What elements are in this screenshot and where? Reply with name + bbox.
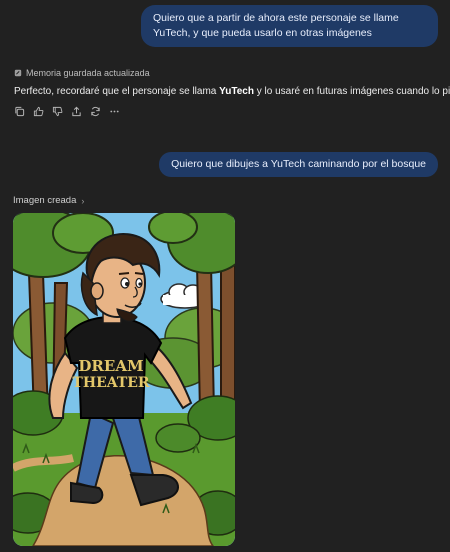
user-message-text: Quiero que a partir de ahora este person…: [153, 12, 399, 39]
memory-status-text: Memoria guardada actualizada: [26, 68, 150, 78]
assistant-reply-text-2: y lo usaré en futuras imágenes cuando lo…: [253, 86, 450, 97]
user-message-bubble: Quiero que a partir de ahora este person…: [141, 5, 438, 47]
memory-icon: [14, 69, 22, 77]
image-created-label[interactable]: Imagen creada ›: [13, 195, 84, 206]
more-icon[interactable]: [108, 105, 120, 117]
assistant-reply: Perfecto, recordaré que el personaje se …: [14, 85, 450, 99]
image-created-text: Imagen creada: [13, 195, 77, 206]
thumbs-up-icon[interactable]: [32, 105, 44, 117]
user-message-text-2: Quiero que dibujes a YuTech caminando po…: [171, 158, 426, 170]
shirt-text-line2: THEATER: [72, 375, 150, 391]
regenerate-icon[interactable]: [89, 105, 101, 117]
thumbs-down-icon[interactable]: [51, 105, 63, 117]
user-message-bubble-2: Quiero que dibujes a YuTech caminando po…: [159, 152, 438, 177]
chevron-right-icon: ›: [81, 195, 85, 206]
generated-image[interactable]: DREAM THEATER: [13, 213, 235, 546]
copy-icon[interactable]: [13, 105, 25, 117]
message-actions: [13, 105, 120, 117]
shirt-text-line1: DREAM: [78, 357, 143, 375]
share-icon[interactable]: [70, 105, 82, 117]
memory-status[interactable]: Memoria guardada actualizada: [14, 68, 150, 78]
assistant-reply-bold: YuTech: [219, 86, 254, 97]
assistant-reply-text-1: Perfecto, recordaré que el personaje se …: [14, 86, 220, 97]
